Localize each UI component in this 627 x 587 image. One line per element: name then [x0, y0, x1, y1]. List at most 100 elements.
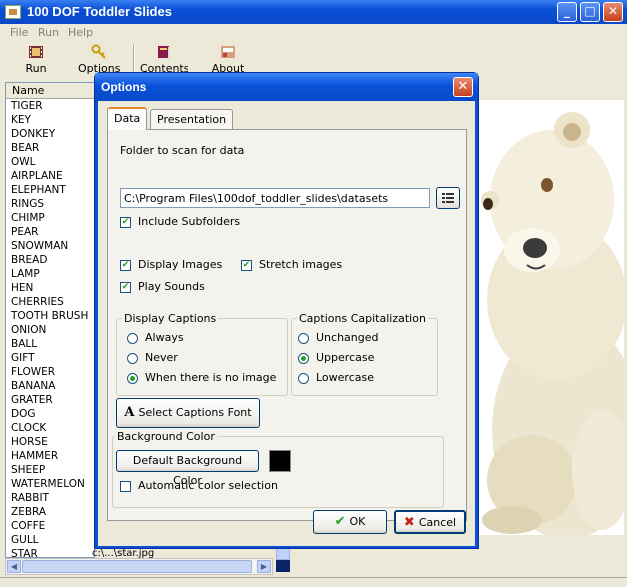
- scroll-left-icon[interactable]: ◀: [7, 560, 21, 573]
- select-captions-font-button[interactable]: A Select Captions Font: [116, 398, 260, 428]
- cap-lowercase-label: Lowercase: [316, 371, 374, 384]
- scroll-right-icon[interactable]: ▶: [257, 560, 271, 573]
- list-item[interactable]: COFFE: [6, 519, 94, 533]
- app-icon: [5, 5, 21, 19]
- display-captions-group: Display Captions Always Never When there…: [116, 312, 288, 396]
- dialog-close-button[interactable]: ✕: [453, 77, 473, 97]
- list-item[interactable]: FLOWER: [6, 365, 94, 379]
- caption-always-radio[interactable]: [127, 333, 138, 344]
- cancel-button[interactable]: ✖ Cancel: [394, 510, 466, 534]
- list-item[interactable]: STAR: [6, 547, 94, 557]
- select-font-label: Select Captions Font: [138, 406, 252, 419]
- caption-always-label: Always: [145, 331, 184, 344]
- browse-folder-button[interactable]: [436, 187, 460, 209]
- status-bar: [0, 577, 627, 587]
- ok-label: OK: [349, 515, 366, 528]
- cancel-label: Cancel: [418, 516, 457, 529]
- auto-color-checkbox[interactable]: [120, 481, 131, 492]
- list-item[interactable]: HORSE: [6, 435, 94, 449]
- font-icon: A: [124, 405, 135, 420]
- dialog-title-bar: Options ✕: [95, 73, 478, 101]
- cap-lowercase-radio[interactable]: [298, 373, 309, 384]
- background-color-title: Background Color: [115, 430, 217, 443]
- check-icon: ✔: [334, 514, 346, 529]
- tab-data[interactable]: Data: [107, 107, 148, 130]
- stretch-images-checkbox[interactable]: ✔: [241, 260, 252, 271]
- include-subfolders-label: Include Subfolders: [138, 215, 241, 228]
- scroll-down-icon[interactable]: [276, 548, 290, 560]
- list-item[interactable]: SNOWMAN: [6, 239, 94, 253]
- polar-bear-image: [472, 100, 624, 535]
- key-icon: [91, 44, 106, 59]
- horizontal-scrollbar[interactable]: ◀ ▶: [5, 558, 273, 575]
- list-item[interactable]: CLOCK: [6, 421, 94, 435]
- list-item[interactable]: AIRPLANE: [6, 169, 94, 183]
- display-images-checkbox[interactable]: ✔: [120, 260, 131, 271]
- play-sounds-label: Play Sounds: [138, 280, 205, 293]
- list-item[interactable]: KEY: [6, 113, 94, 127]
- list-item[interactable]: BANANA: [6, 379, 94, 393]
- auto-color-label: Automatic color selection: [138, 479, 278, 492]
- list-item[interactable]: ONION: [6, 323, 94, 337]
- list-item[interactable]: GIFT: [6, 351, 94, 365]
- menu-run[interactable]: Run: [38, 26, 59, 39]
- run-label: Run: [25, 62, 47, 75]
- list-item[interactable]: GULL: [6, 533, 94, 547]
- maximize-button[interactable]: □: [580, 2, 600, 22]
- about-icon: [221, 46, 235, 58]
- list-item[interactable]: PEAR: [6, 225, 94, 239]
- list-header-name[interactable]: Name: [6, 83, 94, 99]
- caption-never-radio[interactable]: [127, 353, 138, 364]
- caption-no-image-radio[interactable]: [127, 373, 138, 384]
- data-tab-panel: Folder to scan for data ✔ Include Subfol…: [107, 129, 467, 521]
- list-item[interactable]: CHIMP: [6, 211, 94, 225]
- default-background-button[interactable]: Default Background Color: [116, 450, 259, 487]
- list-item[interactable]: RINGS: [6, 197, 94, 211]
- list-item[interactable]: ELEPHANT: [6, 183, 94, 197]
- minimize-button[interactable]: _: [557, 2, 577, 22]
- slides-list[interactable]: Name TIGER KEY DONKEY BEAR OWL AIRPLANE ELEPHA…: [5, 82, 95, 558]
- tab-presentation[interactable]: Presentation: [150, 109, 234, 129]
- run-button[interactable]: Run: [22, 44, 50, 75]
- list-item[interactable]: ZEBRA: [6, 505, 94, 519]
- list-item[interactable]: TOOTH BRUSH: [6, 309, 94, 323]
- play-sounds-checkbox[interactable]: ✔: [120, 282, 131, 293]
- title-bar: 100 DOF Toddler Slides _ □ ✕: [0, 0, 627, 24]
- list-item[interactable]: BREAD: [6, 253, 94, 267]
- list-item[interactable]: OWL: [6, 155, 94, 169]
- window-title: 100 DOF Toddler Slides: [27, 4, 172, 19]
- menu-help[interactable]: Help: [68, 26, 93, 39]
- list-item[interactable]: GRATER: [6, 393, 94, 407]
- stretch-images-label: Stretch images: [259, 258, 343, 271]
- list-item[interactable]: HEN: [6, 281, 94, 295]
- list-item[interactable]: WATERMELON: [6, 477, 94, 491]
- list-item[interactable]: RABBIT: [6, 491, 94, 505]
- cap-unchanged-radio[interactable]: [298, 333, 309, 344]
- capitalization-title: Captions Capitalization: [297, 312, 428, 325]
- menu-file[interactable]: File: [10, 26, 28, 39]
- list-item[interactable]: BEAR: [6, 141, 94, 155]
- list-item[interactable]: CHERRIES: [6, 295, 94, 309]
- caption-never-label: Never: [145, 351, 178, 364]
- close-button[interactable]: ✕: [603, 2, 623, 22]
- list-item[interactable]: DOG: [6, 407, 94, 421]
- scroll-thumb[interactable]: [22, 560, 252, 573]
- dialog-body: Data Presentation Folder to scan for dat…: [98, 101, 475, 546]
- list-item[interactable]: BALL: [6, 337, 94, 351]
- background-color-swatch[interactable]: [269, 450, 291, 472]
- captions-capitalization-group: Captions Capitalization Unchanged Upperc…: [291, 312, 438, 396]
- background-color-group: Background Color: [112, 430, 444, 508]
- list-item[interactable]: LAMP: [6, 267, 94, 281]
- list-item[interactable]: SHEEP: [6, 463, 94, 477]
- list-item[interactable]: DONKEY: [6, 127, 94, 141]
- include-subfolders-checkbox[interactable]: ✔: [120, 217, 131, 228]
- browse-icon: [442, 193, 454, 203]
- cancel-x-icon: ✖: [403, 515, 415, 530]
- display-captions-title: Display Captions: [122, 312, 219, 325]
- slide-image: [472, 100, 624, 535]
- list-item[interactable]: HAMMER: [6, 449, 94, 463]
- ok-button[interactable]: ✔ OK: [313, 510, 387, 534]
- cap-uppercase-radio[interactable]: [298, 353, 309, 364]
- list-item[interactable]: TIGER: [6, 99, 94, 113]
- folder-input[interactable]: [120, 188, 430, 208]
